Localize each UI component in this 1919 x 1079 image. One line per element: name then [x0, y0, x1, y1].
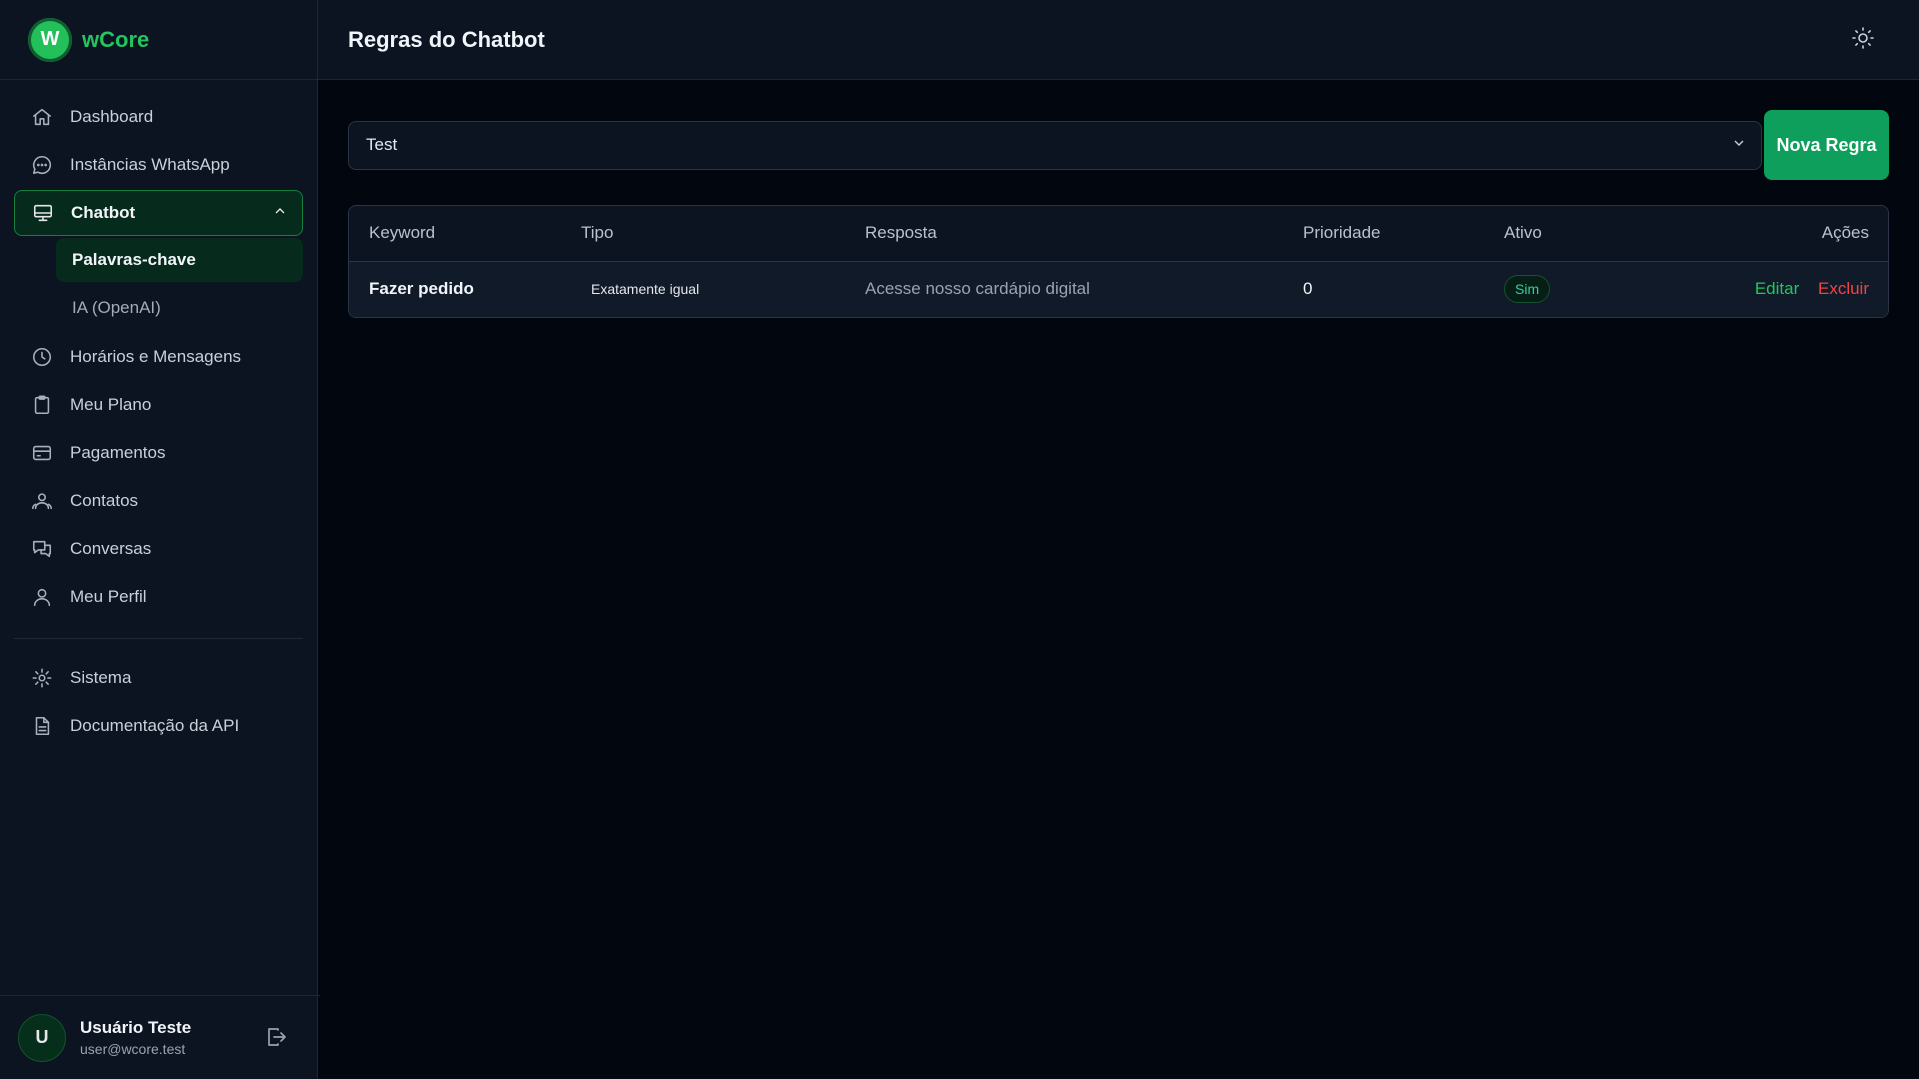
user-panel: U Usuário Teste user@wcore.test — [0, 995, 320, 1079]
sidebar-item-sistema[interactable]: Sistema — [14, 655, 303, 701]
document-icon — [30, 714, 54, 738]
table-header-row: Keyword Tipo Resposta Prioridade Ativo A… — [349, 206, 1888, 262]
table-row: Fazer pedido Exatamente igual Acesse nos… — [349, 261, 1888, 317]
logout-icon[interactable] — [264, 1025, 290, 1051]
sidebar-item-label: Instâncias WhatsApp — [70, 155, 230, 174]
sidebar-item-meu-perfil[interactable]: Meu Perfil — [14, 574, 303, 620]
cell-keyword: Fazer pedido — [349, 261, 581, 317]
sidebar-item-conversas[interactable]: Conversas — [14, 526, 303, 572]
sidebar-item-contatos[interactable]: Contatos — [14, 478, 303, 524]
brand-logo-icon: W — [28, 17, 72, 62]
clock-icon — [30, 345, 54, 369]
column-header-prioridade: Prioridade — [1303, 206, 1504, 262]
cell-acoes: Editar Excluir — [1704, 261, 1888, 317]
sidebar-subitem-palavras-chave[interactable]: Palavras-chave — [56, 238, 303, 282]
tipo-label: Exatamente igual — [591, 281, 700, 298]
chevron-down-icon — [1731, 135, 1747, 156]
sidebar-item-documentacao-api[interactable]: Documentação da API — [14, 703, 303, 749]
sun-icon[interactable] — [1851, 26, 1879, 54]
sidebar-item-label: Pagamentos — [70, 443, 166, 462]
delete-link[interactable]: Excluir — [1818, 279, 1869, 298]
chat-bubble-icon — [30, 153, 54, 177]
edit-link[interactable]: Editar — [1755, 279, 1799, 298]
column-header-acoes: Ações — [1704, 206, 1888, 262]
instance-select-value: Test — [366, 135, 398, 154]
sidebar-item-meu-plano[interactable]: Meu Plano — [14, 382, 303, 428]
sidebar-item-instancias[interactable]: Instâncias WhatsApp — [14, 142, 303, 188]
monitor-icon — [31, 201, 55, 225]
main-content: Regras do Chatbot Test Nova Regra Keywor… — [318, 0, 1919, 1079]
topbar: Regras do Chatbot — [318, 0, 1919, 80]
sidebar-item-label: Meu Perfil — [70, 587, 147, 606]
sidebar-divider — [14, 638, 303, 639]
chats-icon — [30, 537, 54, 561]
column-header-ativo: Ativo — [1504, 206, 1704, 262]
brand-logo-letter: W — [40, 28, 60, 50]
gear-icon — [30, 666, 54, 690]
sidebar-item-label: Meu Plano — [70, 395, 152, 414]
sidebar-item-label: Documentação da API — [70, 716, 240, 735]
controls-row: Test Nova Regra — [348, 110, 1889, 180]
avatar[interactable]: U — [18, 1013, 66, 1062]
sidebar-item-pagamentos[interactable]: Pagamentos — [14, 430, 303, 476]
brand-name: wCore — [82, 26, 150, 52]
clipboard-icon — [30, 393, 54, 417]
sidebar-item-chatbot[interactable]: Chatbot — [14, 190, 303, 236]
page-title: Regras do Chatbot — [348, 26, 545, 52]
sidebar-item-label: Chatbot — [71, 203, 136, 222]
user-email: user@wcore.test — [80, 1041, 186, 1057]
sidebar: W wCore Dashboard Instâncias WhatsApp Ch… — [0, 0, 320, 1079]
rules-section: Test Nova Regra Keyword Tipo Resposta Pr… — [318, 110, 1919, 318]
status-badge: Sim — [1504, 275, 1551, 304]
credit-card-icon — [30, 441, 54, 465]
users-icon — [30, 489, 54, 513]
column-header-tipo: Tipo — [581, 206, 865, 262]
user-name: Usuário Teste — [80, 1018, 192, 1037]
cell-tipo: Exatamente igual — [581, 261, 865, 317]
sidebar-subitem-ia-openai[interactable]: IA (OpenAI) — [56, 286, 303, 330]
user-icon — [30, 585, 54, 609]
instance-select[interactable]: Test — [348, 120, 1762, 170]
user-info: Usuário Teste user@wcore.test — [80, 1018, 191, 1057]
cell-prioridade: 0 — [1303, 261, 1504, 317]
sidebar-nav: Dashboard Instâncias WhatsApp Chatbot Pa… — [0, 80, 317, 751]
sidebar-item-label: Sistema — [70, 668, 132, 687]
sidebar-item-dashboard[interactable]: Dashboard — [14, 94, 303, 140]
new-rule-button[interactable]: Nova Regra — [1764, 110, 1889, 180]
sidebar-item-label: Dashboard — [70, 107, 154, 126]
brand[interactable]: W wCore — [0, 0, 317, 80]
sidebar-item-label: Horários e Mensagens — [70, 347, 242, 366]
chevron-up-icon[interactable] — [272, 203, 288, 224]
cell-resposta: Acesse nosso cardápio digital — [865, 261, 1303, 317]
sidebar-item-horarios[interactable]: Horários e Mensagens — [14, 334, 303, 380]
home-icon — [30, 105, 54, 129]
sidebar-item-label: Contatos — [70, 491, 139, 510]
column-header-resposta: Resposta — [865, 206, 1303, 262]
rules-table: Keyword Tipo Resposta Prioridade Ativo A… — [348, 205, 1889, 318]
sidebar-item-label: Conversas — [70, 539, 152, 558]
column-header-keyword: Keyword — [349, 206, 581, 262]
cell-ativo: Sim — [1504, 261, 1704, 317]
